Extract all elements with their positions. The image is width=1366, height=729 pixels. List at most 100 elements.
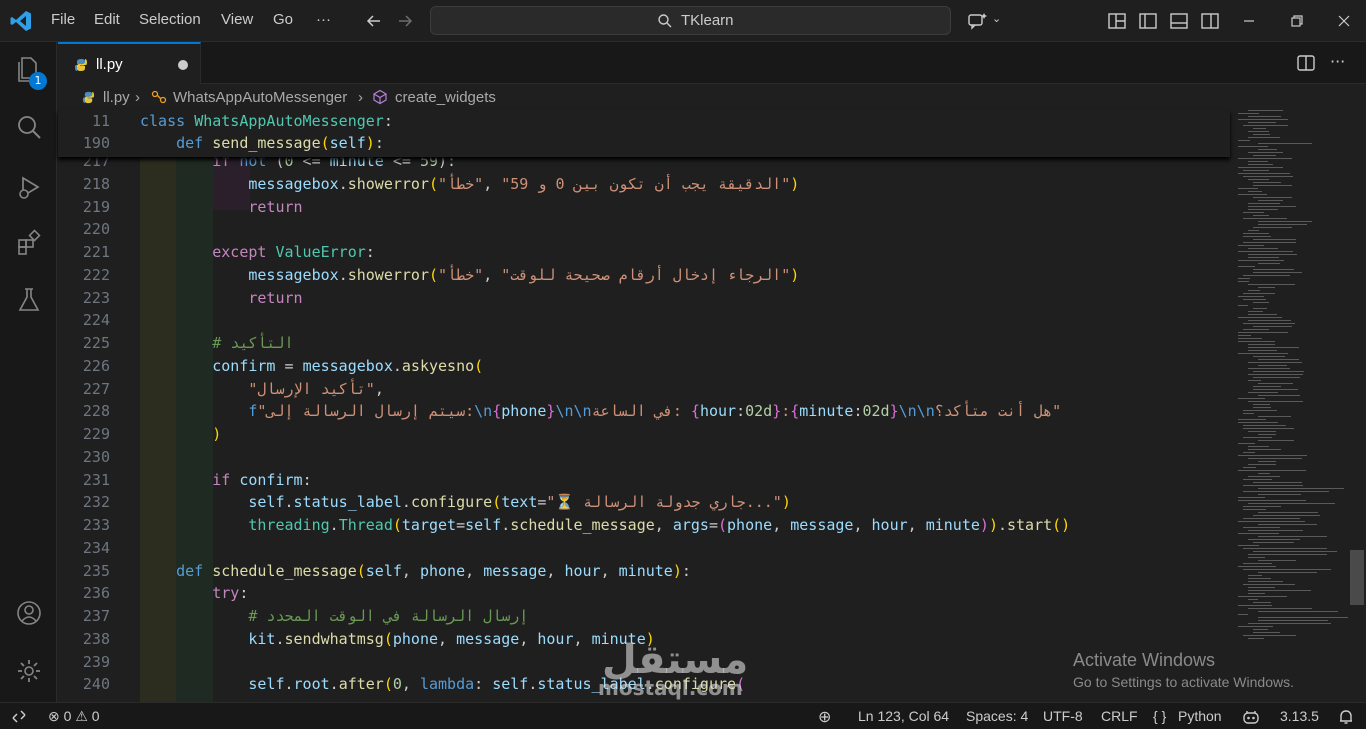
menu-go[interactable]: Go (273, 11, 293, 28)
minimap-line (1253, 182, 1282, 183)
language-mode[interactable]: Python (1178, 708, 1222, 724)
chevron-down-icon[interactable]: ⌄ (992, 12, 1014, 34)
toggle-panel-icon[interactable] (1168, 10, 1190, 32)
menu-more[interactable]: ··· (316, 11, 331, 28)
code-line[interactable]: f"سيتم إرسال الرسالة إلى:\n{phone}\n\nفي… (140, 400, 1061, 422)
code-line[interactable]: ) (140, 423, 221, 445)
split-editor-icon[interactable] (1296, 53, 1316, 73)
vscode-logo-icon[interactable] (9, 9, 33, 33)
code-line[interactable]: kit.sendwhatmsg(phone, message, hour, mi… (140, 628, 654, 650)
settings-gear-icon[interactable] (14, 656, 44, 686)
minimap-line (1248, 368, 1290, 369)
testing-flask-icon[interactable] (14, 285, 44, 315)
minimap-line (1238, 398, 1265, 399)
menu-selection[interactable]: Selection (139, 11, 201, 28)
toggle-secondary-sidebar-icon[interactable] (1199, 10, 1221, 32)
more-actions-icon[interactable]: ··· (1330, 52, 1345, 71)
code-line[interactable]: self.status_label.configure(text="⏳ جاري… (140, 491, 791, 513)
code-token: . (997, 516, 1007, 534)
copilot-icon[interactable] (1242, 709, 1260, 725)
code-token: hour (537, 629, 574, 648)
code-token: self (465, 516, 502, 534)
search-icon[interactable] (14, 112, 44, 142)
run-and-debug-icon[interactable] (14, 172, 44, 202)
python-file-icon (82, 91, 95, 104)
toggle-primary-sidebar-icon[interactable] (1137, 10, 1159, 32)
code-line[interactable]: return (140, 287, 303, 309)
scrollbar-thumb[interactable] (1350, 550, 1364, 605)
menu-file[interactable]: File (51, 11, 75, 28)
minimap-line (1248, 314, 1277, 315)
copilot-chat-icon[interactable] (966, 10, 988, 32)
line-number: 231 (82, 470, 110, 489)
breadcrumb-method[interactable]: create_widgets (395, 89, 496, 106)
minimap-line (1248, 503, 1336, 504)
breadcrumb-class[interactable]: WhatsAppAutoMessenger (173, 89, 347, 106)
minimap-line (1238, 119, 1288, 120)
minimap-line (1258, 263, 1280, 264)
tab-ll-py[interactable]: ll.py (58, 42, 201, 84)
code-line[interactable]: except ValueError: (140, 241, 375, 263)
extensions-icon[interactable] (14, 228, 44, 258)
menu-edit[interactable]: Edit (94, 11, 120, 28)
code-line[interactable]: messagebox.showerror("خطأ", "الدقيقة يجب… (140, 173, 799, 195)
code-token: \n\n (555, 402, 592, 421)
unsaved-dot-icon[interactable] (178, 60, 188, 70)
code-line[interactable]: # التأكيد (140, 332, 293, 354)
close-icon[interactable] (1333, 10, 1355, 32)
notifications-bell-icon[interactable] (1337, 709, 1355, 725)
remote-indicator[interactable] (0, 703, 38, 729)
code-token: message (456, 629, 520, 648)
code-token: . (501, 516, 511, 534)
line-number: 239 (82, 652, 110, 671)
end-of-line[interactable]: CRLF (1101, 708, 1138, 724)
code-line[interactable]: class WhatsAppAutoMessenger: (140, 110, 393, 132)
code-token: , (853, 516, 872, 534)
code-token: return (248, 288, 303, 307)
activate-subtitle: Go to Settings to activate Windows. (1073, 674, 1294, 690)
code-line[interactable]: try: (140, 582, 248, 604)
minimap-line (1243, 437, 1272, 438)
minimize-icon[interactable] (1238, 10, 1260, 32)
code-line[interactable]: messagebox.showerror("خطأ", "الرجاء إدخا… (140, 264, 799, 286)
minimap-line (1248, 362, 1302, 363)
line-number: 222 (82, 265, 110, 284)
minimap-line (1248, 581, 1283, 582)
indentation[interactable]: Spaces: 4 (966, 708, 1028, 724)
minimap-line (1243, 170, 1269, 171)
python-version[interactable]: 3.13.5 (1280, 708, 1319, 724)
zoom-icon[interactable]: ⊕ (818, 707, 831, 727)
code-line[interactable]: if confirm: (140, 469, 311, 491)
customize-layout-icon[interactable] (1106, 10, 1128, 32)
code-line[interactable]: threading.Thread(target=self.schedule_me… (140, 514, 1070, 536)
code-token: ( (356, 561, 366, 580)
menu-view[interactable]: View (221, 11, 253, 28)
back-arrow-icon[interactable] (363, 10, 385, 32)
code-line[interactable]: def schedule_message(self, phone, messag… (140, 560, 691, 582)
accounts-icon[interactable] (14, 598, 44, 628)
code-line[interactable]: # إرسال الرسالة في الوقت المحدد (140, 605, 528, 627)
code-token: configure (410, 493, 493, 512)
code-token: = (456, 516, 466, 534)
minimap[interactable] (1234, 110, 1352, 640)
command-center-search[interactable]: TKlearn (430, 6, 951, 35)
code-line[interactable]: def send_message(self): (140, 132, 384, 154)
cursor-position[interactable]: Ln 123, Col 64 (858, 708, 949, 724)
encoding[interactable]: UTF-8 (1043, 708, 1083, 724)
code-editor[interactable]: 217 if not (0 <= minute <= 59): 218 messa… (58, 110, 1366, 702)
problems-indicator[interactable]: ⊗ 0 ⚠ 0 (48, 708, 100, 725)
breadcrumb-file[interactable]: ll.py (103, 89, 130, 106)
minimap-line (1238, 521, 1305, 522)
code-token: minute (925, 516, 980, 534)
minimap-line (1238, 545, 1260, 546)
code-line[interactable]: return (140, 196, 302, 218)
minimap-line (1248, 608, 1312, 609)
forward-arrow-icon[interactable] (394, 10, 416, 32)
line-number: 234 (82, 538, 110, 557)
vertical-scrollbar[interactable] (1350, 110, 1364, 702)
code-line[interactable]: "تأكيد الإرسال", (140, 378, 383, 400)
code-line[interactable]: confirm = messagebox.askyesno( (140, 355, 483, 377)
restore-icon[interactable] (1286, 10, 1308, 32)
line-number: 229 (82, 425, 110, 443)
